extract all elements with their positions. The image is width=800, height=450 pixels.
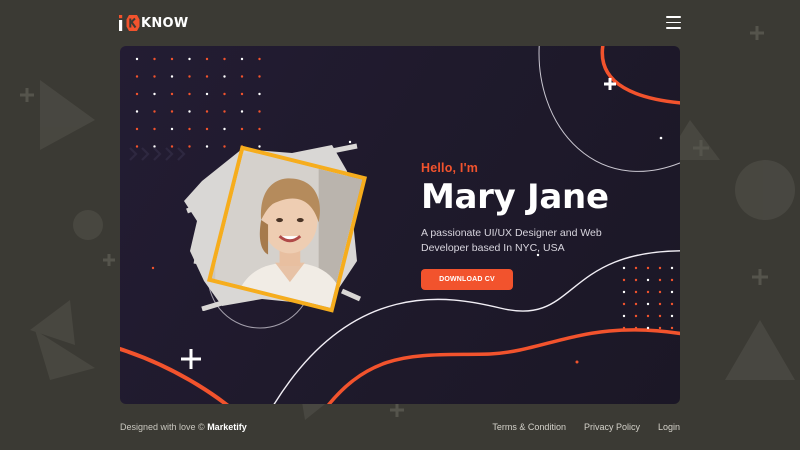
download-cv-button[interactable]: DOWNLOAD CV [421,269,513,290]
decor-dot [240,110,244,113]
decor-dot [670,278,674,282]
decor-dot [135,75,139,78]
footer-credit: Designed with love © Marketify [120,422,247,432]
decor-dot [622,314,626,318]
decor-dot [153,92,156,96]
decor-dot [658,266,662,270]
decor-dot [634,326,638,330]
decor-dot [258,92,261,96]
decor-dot [658,302,662,306]
decor-dot [223,75,226,78]
greeting-text: Hello, I'm [421,161,479,175]
decor-dot [240,57,244,61]
decor-dot [646,302,650,306]
decor-dot [670,302,674,306]
decor-dot [170,57,174,61]
decor-dot [223,92,226,96]
decor-dot [153,110,156,113]
decor-dot [205,75,209,78]
decor-dot [170,127,174,131]
decor-dot [658,326,662,330]
decor-dot [188,110,191,113]
decor-dot [135,145,139,148]
plus-shape [20,88,34,102]
decor-dot [658,278,662,282]
decor-dot [658,290,662,294]
decor-dot [240,127,244,131]
footer-link-privacy[interactable]: Privacy Policy [584,422,640,432]
decor-dot [188,75,191,78]
decor-dot [622,290,626,294]
decor-dot [634,302,638,306]
decor-dot [205,127,209,131]
logo[interactable]: KNOW [118,12,189,34]
decor-dot [153,127,156,131]
decor-dot [223,57,226,61]
footer: Designed with love © Marketify Terms & C… [0,404,800,450]
decor-dot [646,290,650,294]
hero-name: Mary Jane [421,177,609,217]
credit-brand-link[interactable]: Marketify [207,422,247,432]
decor-dot [223,127,226,131]
hamburger-menu-icon[interactable] [666,16,681,29]
decor-dot [170,75,174,78]
decor-dot [646,266,650,270]
decor-dot [646,326,650,330]
decor-dot [634,290,638,294]
footer-links: Terms & Condition Privacy Policy Login [492,422,680,432]
decor-dot [135,57,139,61]
decor-dot [170,145,174,148]
decor-dot [153,75,156,78]
circle-shape [735,160,795,220]
footer-link-login[interactable]: Login [658,422,680,432]
decor-dot [646,314,650,318]
decor-dot [205,92,209,96]
decor-dot [258,110,261,113]
triangle-shape [725,320,795,380]
hero-card: Hello, I'm Mary Jane A passionate UI/UX … [120,46,680,404]
decor-dot [135,92,139,96]
decor-dot [670,314,674,318]
decor-dot [622,326,626,330]
decor-dot [258,75,261,78]
top-bar: KNOW [0,0,800,46]
decor-dot [170,110,174,113]
decor-dot [188,92,191,96]
logo-text: KNOW [141,15,189,31]
plus-icon [181,349,201,369]
decor-dot [634,278,638,282]
decor-dot [135,110,139,113]
decor-dot [670,266,674,270]
footer-link-terms[interactable]: Terms & Condition [492,422,566,432]
decor-dot [622,302,626,306]
decor-dot [135,127,139,131]
decor-dot [223,110,226,113]
decor-dot [170,92,174,96]
decor-dot [658,314,662,318]
decor-dot [258,127,261,131]
decor-dot [240,92,244,96]
circle-shape [73,210,103,240]
decor-dot [188,127,191,131]
decor-dot [188,57,191,61]
decor-dot [622,266,626,270]
hero-tagline: A passionate UI/UX Designer and Web Deve… [421,227,602,254]
decor-dot [240,75,244,78]
decor-dot [634,314,638,318]
portrait [182,141,368,313]
decor-dot [205,57,209,61]
triangle-shape [40,80,95,150]
decor-dot [670,326,674,330]
decor-dot [153,57,156,61]
decor-dot [646,278,650,282]
decor-dot [258,57,261,61]
logo-mark-icon [119,15,140,31]
decor-dot [622,278,626,282]
decor-dot [634,266,638,270]
decor-dot [205,110,209,113]
decor-dot [153,145,156,148]
decor-dot [670,290,674,294]
